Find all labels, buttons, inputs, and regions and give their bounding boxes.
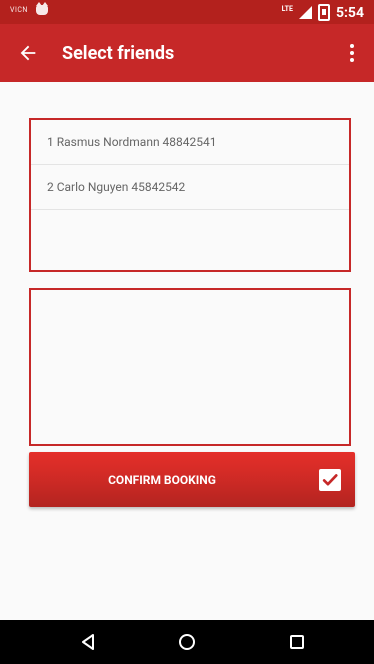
confirm-checkbox[interactable] — [319, 469, 341, 491]
friends-list[interactable]: 1 Rasmus Nordmann 48842541 2 Carlo Nguye… — [29, 118, 351, 272]
circle-home-icon — [179, 634, 195, 650]
status-left: VICN — [10, 2, 48, 15]
list-item[interactable]: 2 Carlo Nguyen 45842542 — [31, 165, 349, 210]
signal-icon — [298, 6, 312, 19]
status-bar: VICN LTE 5:54 — [0, 0, 374, 24]
square-recents-icon — [290, 635, 304, 649]
back-arrow-button[interactable] — [10, 35, 46, 71]
triangle-back-icon — [82, 634, 94, 650]
system-nav-bar — [0, 620, 374, 664]
confirm-booking-button[interactable]: CONFIRM BOOKING — [29, 452, 355, 507]
network-type-label: LTE — [281, 4, 293, 13]
status-right: LTE 5:54 — [282, 4, 364, 21]
clock-label: 5:54 — [335, 4, 364, 21]
nav-home-button[interactable] — [173, 628, 201, 656]
selected-friends-box[interactable] — [29, 288, 351, 446]
battery-icon — [317, 4, 330, 21]
page-title: Select friends — [62, 43, 175, 64]
nav-recents-button[interactable] — [283, 628, 311, 656]
confirm-booking-label: CONFIRM BOOKING — [108, 473, 216, 487]
dot-icon — [350, 44, 354, 48]
dot-icon — [350, 58, 354, 62]
overflow-menu-button[interactable] — [340, 38, 364, 68]
dot-icon — [350, 51, 354, 55]
carrier-label: VICN — [10, 6, 28, 14]
list-item[interactable]: 1 Rasmus Nordmann 48842541 — [31, 120, 349, 165]
nav-back-button[interactable] — [74, 628, 102, 656]
check-icon — [322, 474, 338, 486]
arrow-left-icon — [20, 45, 36, 61]
app-bar: Select friends — [0, 24, 374, 82]
notification-cat-icon — [35, 2, 48, 15]
